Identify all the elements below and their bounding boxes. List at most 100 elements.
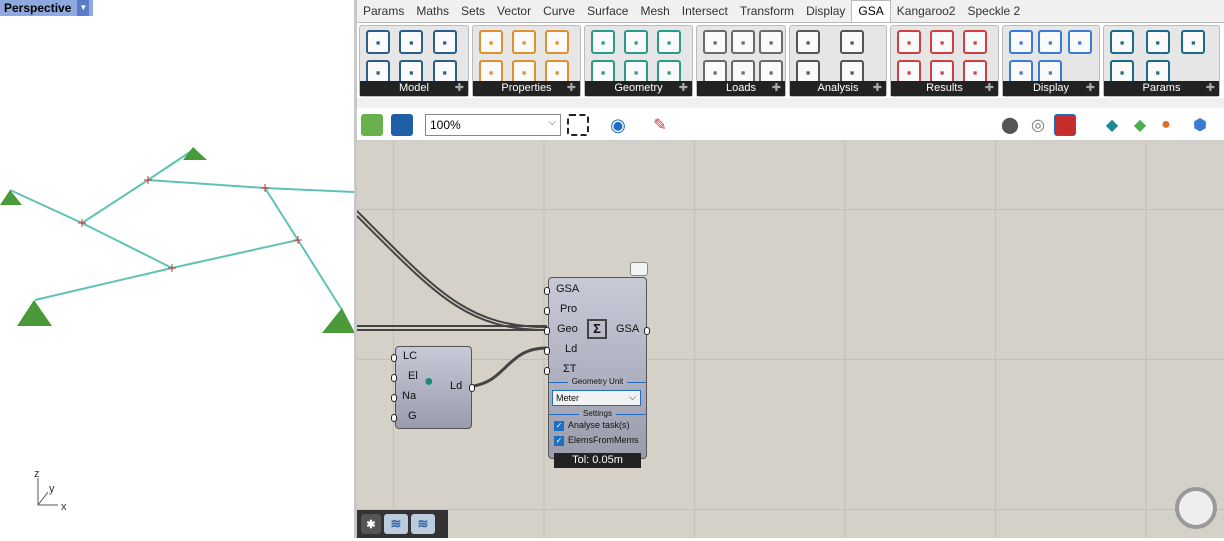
port-dot[interactable] xyxy=(644,327,650,335)
chevron-down-icon[interactable]: ⌵ xyxy=(548,117,556,128)
tab-params[interactable]: Params xyxy=(357,1,410,22)
pin-icon[interactable]: ✚ xyxy=(873,81,882,96)
port-dot[interactable] xyxy=(391,394,397,402)
panel-label[interactable]: Model ✚ xyxy=(360,81,468,96)
panel-label[interactable]: Geometry ✚ xyxy=(585,81,692,96)
tab-kangaroo2[interactable]: Kangaroo2 xyxy=(891,1,962,22)
preview-shaded-icon[interactable] xyxy=(1054,114,1076,136)
input-na[interactable]: Na xyxy=(402,390,416,402)
face-load-thermal-icon[interactable]: ▪ xyxy=(759,30,783,54)
input-g[interactable]: G xyxy=(408,410,417,422)
tab-transform[interactable]: Transform xyxy=(734,1,800,22)
output-gsa[interactable]: GSA xyxy=(616,323,639,335)
tab-speckle-2[interactable]: Speckle 2 xyxy=(961,1,1026,22)
pin-icon[interactable]: ✚ xyxy=(985,81,994,96)
tab-vector[interactable]: Vector xyxy=(491,1,537,22)
rhino-viewport[interactable]: Perspective ▼ z y x xyxy=(0,0,355,538)
create-node-load-icon[interactable]: ▪ xyxy=(731,30,755,54)
tab-gsa[interactable]: GSA xyxy=(851,0,891,22)
port-dot[interactable] xyxy=(391,374,397,382)
tab-sets[interactable]: Sets xyxy=(455,1,491,22)
sketch-icon[interactable]: ✎ xyxy=(649,114,671,136)
panel-label[interactable]: Results ✚ xyxy=(891,81,998,96)
grid-annotation-icon[interactable]: ▪ xyxy=(1009,30,1033,54)
viewport-title[interactable]: Perspective ▼ xyxy=(0,0,94,16)
port-dot[interactable] xyxy=(391,354,397,362)
input-ld[interactable]: Ld xyxy=(565,343,577,355)
input-geo[interactable]: Geo xyxy=(557,323,578,335)
input-el[interactable]: El xyxy=(408,370,418,382)
tab-display[interactable]: Display xyxy=(800,1,851,22)
mesh-icon[interactable]: ✱ xyxy=(361,514,381,534)
panel-label[interactable]: Params ✚ xyxy=(1104,81,1219,96)
display-mode-icon[interactable]: ⬢ xyxy=(1189,114,1211,136)
create-support-icon[interactable]: ▪ xyxy=(591,30,615,54)
message-balloon[interactable] xyxy=(630,262,648,276)
pin-icon[interactable]: ✚ xyxy=(567,81,576,96)
pin-icon[interactable]: ✚ xyxy=(772,81,781,96)
create-load-icon[interactable]: ▪ xyxy=(703,30,727,54)
edit-section-icon[interactable]: ▪ xyxy=(545,30,569,54)
create-member2d-icon[interactable]: ▪ xyxy=(657,30,681,54)
create-element2d-icon[interactable]: ▪ xyxy=(624,30,648,54)
elems-from-mems-checkbox[interactable]: ✓ ElemsFromMems xyxy=(554,435,639,446)
output-ld[interactable]: Ld xyxy=(450,380,462,392)
grasshopper-canvas[interactable]: LC El Na G ● Ld GSA Pro Geo Ld ΣT Σ GSA … xyxy=(357,141,1224,538)
port-dot[interactable] xyxy=(469,384,475,392)
pin-icon[interactable]: ✚ xyxy=(679,81,688,96)
analyse-tasks-checkbox[interactable]: ✓ Analyse task(s) xyxy=(554,420,630,431)
reaction-forces-icon[interactable]: ▪ xyxy=(963,30,987,54)
material-sphere-icon[interactable]: ● xyxy=(1155,114,1177,136)
navigation-compass[interactable] xyxy=(1175,487,1217,529)
pin-icon[interactable]: ✚ xyxy=(455,81,464,96)
port-dot[interactable] xyxy=(544,287,550,295)
element-param-icon[interactable]: ▪ xyxy=(1145,30,1170,54)
layers-icon[interactable]: ≋ xyxy=(411,514,435,534)
create-load-component[interactable]: LC El Na G ● Ld xyxy=(391,346,475,429)
input-gsa[interactable]: GSA xyxy=(556,283,579,295)
zoom-combobox[interactable]: 100% ⌵ xyxy=(425,114,561,136)
panel-label[interactable]: Properties ✚ xyxy=(473,81,580,96)
member-param-icon[interactable]: ▪ xyxy=(1181,30,1206,54)
preview-mesh-icon[interactable]: ◆ xyxy=(1129,114,1151,136)
analysis-case-icon[interactable]: ▪ xyxy=(840,30,864,54)
viewport-menu-icon[interactable]: ▼ xyxy=(77,0,90,16)
tab-intersect[interactable]: Intersect xyxy=(676,1,734,22)
port-dot[interactable] xyxy=(544,327,550,335)
port-dot[interactable] xyxy=(391,414,397,422)
pin-icon[interactable]: ✚ xyxy=(1086,81,1095,96)
port-dot[interactable] xyxy=(544,347,550,355)
analyse-icon[interactable]: ▪ xyxy=(796,30,820,54)
beam-forces-icon[interactable]: ▪ xyxy=(930,30,954,54)
tab-mesh[interactable]: Mesh xyxy=(634,1,675,22)
gsa-model-param-icon[interactable]: ▪ xyxy=(1110,30,1134,54)
save-file-icon[interactable] xyxy=(391,114,413,136)
create-prop2d-icon[interactable]: ▪ xyxy=(479,30,503,54)
open-model-icon[interactable]: ▪ xyxy=(366,30,390,54)
preview-selected-icon[interactable]: ◆ xyxy=(1101,114,1123,136)
preview-off-icon[interactable]: ⬤ xyxy=(999,114,1021,136)
zoom-extents-icon[interactable] xyxy=(567,114,589,136)
support-display-icon[interactable]: ▪ xyxy=(1038,30,1063,54)
get-model-icon[interactable]: ▪ xyxy=(432,30,457,54)
panel-label[interactable]: Display ✚ xyxy=(1003,81,1099,96)
analyse-component[interactable]: GSA Pro Geo Ld ΣT Σ GSA Geometry Unit Me… xyxy=(544,277,650,459)
open-file-icon[interactable] xyxy=(361,114,383,136)
pin-icon[interactable]: ✚ xyxy=(1206,81,1215,96)
input-pro[interactable]: Pro xyxy=(560,303,577,315)
tab-surface[interactable]: Surface xyxy=(581,1,634,22)
panel-label[interactable]: Loads ✚ xyxy=(697,81,785,96)
port-dot[interactable] xyxy=(544,367,550,375)
select-result-icon[interactable]: ▪ xyxy=(897,30,921,54)
unit-dropdown[interactable]: Meter ⌵ xyxy=(552,390,641,406)
input-lc[interactable]: LC xyxy=(403,350,417,362)
preview-wire-icon[interactable]: ◎ xyxy=(1027,114,1049,136)
create-prop3d-icon[interactable]: ▪ xyxy=(512,30,536,54)
tab-maths[interactable]: Maths xyxy=(410,1,455,22)
input-tasks[interactable]: ΣT xyxy=(563,363,577,375)
layers-icon[interactable]: ≋ xyxy=(384,514,408,534)
layers-add-icon[interactable]: ▪ xyxy=(1067,30,1092,54)
tab-curve[interactable]: Curve xyxy=(537,1,581,22)
panel-label[interactable]: Analysis ✚ xyxy=(790,81,886,96)
add-list-icon[interactable]: ▪ xyxy=(399,30,424,54)
